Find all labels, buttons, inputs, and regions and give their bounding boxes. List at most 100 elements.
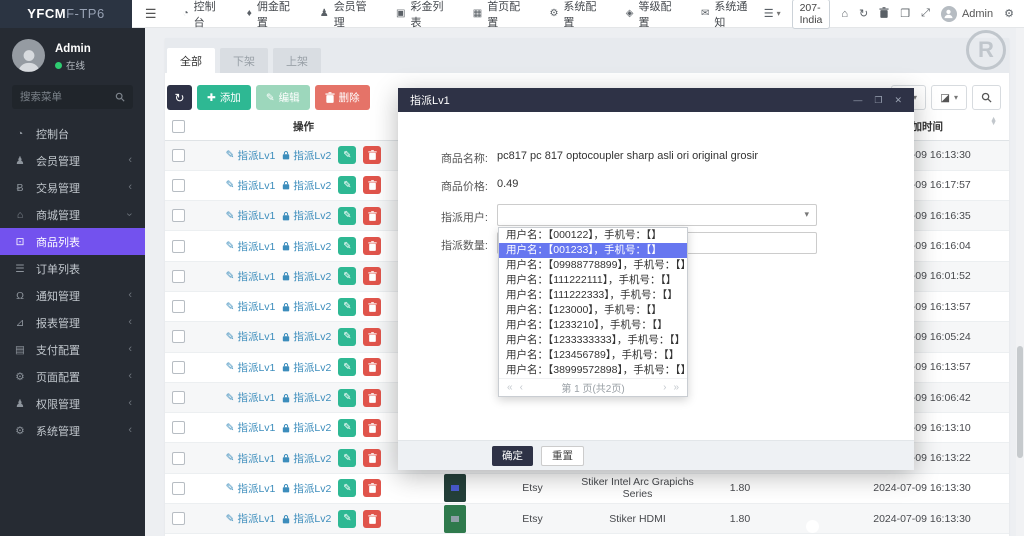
nav-menu-item[interactable]: ◔控制台 <box>170 0 234 28</box>
prev-page-button[interactable]: ‹ <box>520 382 523 393</box>
sidebar-item[interactable]: Ω 通知管理 ‹ <box>0 282 145 309</box>
scrollbar-thumb[interactable] <box>1017 346 1023 458</box>
fullscreen-icon[interactable]: ⤢ <box>921 7 930 20</box>
delete-row-button[interactable] <box>363 237 381 255</box>
edit-row-button[interactable]: ✎ <box>338 510 356 528</box>
sidebar-item[interactable]: Ƀ 交易管理 ‹ <box>0 174 145 201</box>
product-image[interactable] <box>444 505 466 533</box>
home-icon[interactable]: ⌂ <box>841 8 848 20</box>
user-option[interactable]: 用户名：【123456789】，手机号：【】 <box>499 348 687 363</box>
assign-lv1-link[interactable]: ✎指派Lv1 <box>226 148 276 163</box>
edit-row-button[interactable]: ✎ <box>338 328 356 346</box>
edit-row-button[interactable]: ✎ <box>338 176 356 194</box>
menu-search-input[interactable] <box>20 91 109 103</box>
row-checkbox[interactable] <box>172 512 185 525</box>
sidebar-item[interactable]: ☰ 订单列表 <box>0 255 145 282</box>
edit-row-button[interactable]: ✎ <box>338 479 356 497</box>
tab[interactable]: 上架 <box>273 48 321 73</box>
delete-row-button[interactable] <box>363 328 381 346</box>
sort-icon[interactable]: ▲▼ <box>990 118 997 126</box>
delete-button[interactable]: 删除 <box>315 85 370 110</box>
product-image[interactable] <box>444 474 466 502</box>
nav-menu-item[interactable]: ⚙系统配置 <box>536 0 612 28</box>
sidebar-item[interactable]: ♟ 权限管理 ‹ <box>0 390 145 417</box>
delete-row-button[interactable] <box>363 389 381 407</box>
modal-header[interactable]: 指派Lv1 — ❐ ✕ <box>398 88 914 112</box>
edit-row-button[interactable]: ✎ <box>338 419 356 437</box>
delete-row-button[interactable] <box>363 358 381 376</box>
nav-menu-item[interactable]: ▦首页配置 <box>460 0 537 28</box>
settings-gears-icon[interactable]: ⚙ <box>1004 7 1014 20</box>
assign-user-select[interactable]: ▾ <box>497 204 817 226</box>
assign-lv2-link[interactable]: 指派Lv2 <box>282 178 331 193</box>
user-option[interactable]: 用户名：【000122】，手机号：【】 <box>499 228 687 243</box>
user-option[interactable]: 用户名：【123000】，手机号：【】 <box>499 303 687 318</box>
select-all-checkbox[interactable] <box>172 120 185 133</box>
assign-lv1-link[interactable]: ✎指派Lv1 <box>226 511 276 526</box>
user-option[interactable]: 用户名：【09988778899】，手机号：【】 <box>499 258 687 273</box>
edit-row-button[interactable]: ✎ <box>338 207 356 225</box>
sidebar-item[interactable]: ⊡ 商品列表 <box>0 228 145 255</box>
row-checkbox[interactable] <box>172 300 185 313</box>
assign-lv2-link[interactable]: 指派Lv2 <box>282 481 331 496</box>
refresh-icon[interactable]: ↻ <box>859 7 868 20</box>
nav-menu-item[interactable]: ✉系统通知 <box>688 0 764 28</box>
row-checkbox[interactable] <box>172 270 185 283</box>
delete-row-button[interactable] <box>363 176 381 194</box>
assign-lv2-link[interactable]: 指派Lv2 <box>282 511 331 526</box>
row-checkbox[interactable] <box>172 149 185 162</box>
row-checkbox[interactable] <box>172 209 185 222</box>
user-option[interactable]: 用户名：【38999572898】，手机号：【】 <box>499 363 687 378</box>
delete-row-button[interactable] <box>363 419 381 437</box>
assign-lv2-link[interactable]: 指派Lv2 <box>282 299 331 314</box>
assign-lv2-link[interactable]: 指派Lv2 <box>282 269 331 284</box>
user-menu[interactable]: Admin <box>941 6 993 22</box>
nav-menu-item[interactable]: ♦佣金配置 <box>234 0 307 28</box>
assign-lv1-link[interactable]: ✎指派Lv1 <box>226 420 276 435</box>
nav-menu-item[interactable]: ♟会员管理 <box>307 0 383 28</box>
row-checkbox[interactable] <box>172 452 185 465</box>
delete-row-button[interactable] <box>363 449 381 467</box>
delete-row-button[interactable] <box>363 298 381 316</box>
user-option[interactable]: 用户名：【111222333】，手机号：【】 <box>499 288 687 303</box>
minimize-icon[interactable]: — <box>853 95 862 106</box>
row-checkbox[interactable] <box>172 330 185 343</box>
sidebar-item[interactable]: ◔ 控制台 <box>0 120 145 147</box>
edit-row-button[interactable]: ✎ <box>338 237 356 255</box>
delete-row-button[interactable] <box>363 510 381 528</box>
confirm-button[interactable]: 确定 <box>492 446 533 466</box>
sidebar-toggle-icon[interactable]: ☰ <box>132 6 170 22</box>
delete-row-button[interactable] <box>363 479 381 497</box>
sidebar-item[interactable]: ⚙ 页面配置 ‹ <box>0 363 145 390</box>
assign-lv2-link[interactable]: 指派Lv2 <box>282 451 331 466</box>
edit-button[interactable]: ✎编辑 <box>256 85 310 110</box>
row-checkbox[interactable] <box>172 179 185 192</box>
edit-row-button[interactable]: ✎ <box>338 358 356 376</box>
edit-row-button[interactable]: ✎ <box>338 267 356 285</box>
user-option[interactable]: 用户名：【1233210】，手机号：【】 <box>499 318 687 333</box>
sidebar-item[interactable]: ⚙ 系统管理 ‹ <box>0 417 145 444</box>
export-button[interactable]: ◪▾ <box>931 85 967 110</box>
next-page-button[interactable]: › <box>663 382 666 393</box>
assign-lv1-link[interactable]: ✎指派Lv1 <box>226 451 276 466</box>
sidebar-item[interactable]: ⌂ 商城管理 ‹ <box>0 201 145 228</box>
row-checkbox[interactable] <box>172 391 185 404</box>
vertical-scrollbar[interactable] <box>1016 28 1024 536</box>
assign-lv1-link[interactable]: ✎指派Lv1 <box>226 390 276 405</box>
assign-lv2-link[interactable]: 指派Lv2 <box>282 208 331 223</box>
tab[interactable]: 下架 <box>220 48 268 73</box>
assign-lv2-link[interactable]: 指派Lv2 <box>282 390 331 405</box>
edit-row-button[interactable]: ✎ <box>338 449 356 467</box>
delete-row-button[interactable] <box>363 146 381 164</box>
row-checkbox[interactable] <box>172 421 185 434</box>
assign-lv1-link[interactable]: ✎指派Lv1 <box>226 299 276 314</box>
assign-lv2-link[interactable]: 指派Lv2 <box>282 239 331 254</box>
refresh-button[interactable]: ↻ <box>167 85 192 110</box>
user-option[interactable]: 用户名：【111222111】，手机号：【】 <box>499 273 687 288</box>
sidebar-item[interactable]: ▤ 支付配置 ‹ <box>0 336 145 363</box>
assign-lv1-link[interactable]: ✎指派Lv1 <box>226 481 276 496</box>
user-option[interactable]: 用户名：【1233333333】，手机号：【】 <box>499 333 687 348</box>
tab[interactable]: 全部 <box>167 48 215 73</box>
last-page-button[interactable]: » <box>673 382 679 393</box>
add-button[interactable]: ✚添加 <box>197 85 251 110</box>
